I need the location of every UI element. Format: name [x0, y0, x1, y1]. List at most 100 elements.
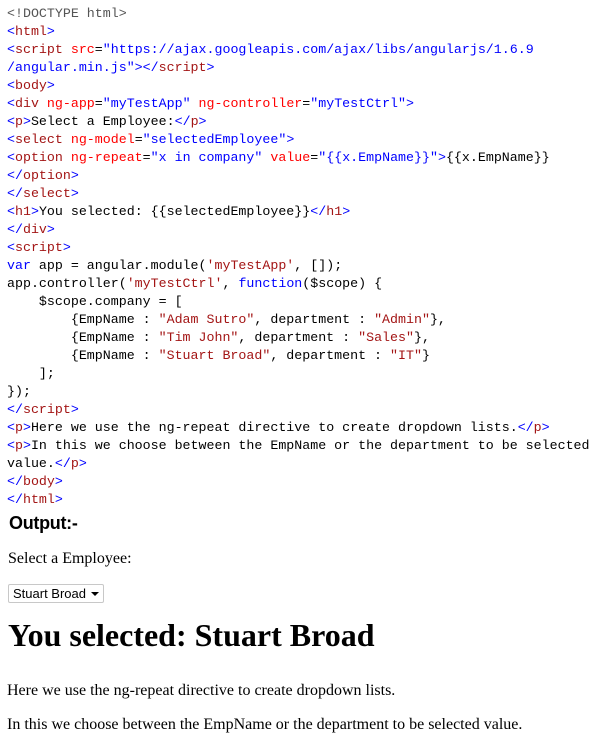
code-token: > [70, 402, 79, 417]
code-listing: <!DOCTYPE html> <html> <script src="https:… [7, 5, 597, 509]
code-token: 'myTestCtrl' [126, 276, 223, 291]
code-token: "x in company" [150, 150, 271, 165]
code-token: </ [7, 492, 23, 507]
code-token: > [30, 204, 39, 219]
code-line: <option ng-repeat="x in company" value="… [7, 149, 597, 167]
code-token: p [14, 438, 23, 453]
code-line: <p>Select a Employee:</p> [7, 113, 597, 131]
code-token: > [198, 114, 207, 129]
code-token: > [437, 150, 446, 165]
code-token: > [70, 186, 79, 201]
select-label: Select a Employee: [8, 550, 132, 567]
code-token: ng-app [46, 96, 95, 111]
code-token: html [14, 24, 47, 39]
code-token: } [421, 348, 430, 363]
code-token: h1 [14, 204, 31, 219]
selected-heading: You selected: Stuart Broad [8, 617, 375, 653]
code-token: Select a Employee: [30, 114, 175, 129]
code-token: script [14, 240, 63, 255]
code-token: </ [7, 222, 23, 237]
code-token: > [286, 132, 295, 147]
code-token: You selected: {{selectedEmployee}} [38, 204, 311, 219]
code-line: {EmpName : "Stuart Broad", department : … [7, 347, 597, 365]
code-token: }, [429, 312, 446, 327]
paragraph-1: Here we use the ng-repeat directive to c… [7, 682, 396, 699]
code-token: script [158, 60, 207, 75]
code-line: </html> [7, 491, 597, 509]
code-token: > [78, 456, 87, 471]
code-token: > [22, 114, 31, 129]
code-token: < [7, 96, 15, 111]
code-token: </ [7, 402, 23, 417]
code-token: "Adam Sutro" [158, 312, 255, 327]
paragraph-2: In this we choose between the EmpName or… [7, 716, 523, 733]
code-token: 'myTestApp' [206, 258, 295, 273]
code-token: p [70, 456, 79, 471]
code-token: /angular.min.js" [7, 60, 135, 75]
code-token: <!DOCTYPE html> [7, 6, 127, 21]
code-line: /angular.min.js"></script> [7, 59, 597, 77]
code-line: <select ng-model="selectedEmployee"> [7, 131, 597, 149]
code-line: </body> [7, 473, 597, 491]
code-token: , []); [294, 258, 343, 273]
code-token: select [14, 132, 71, 147]
output-heading: Output:- [9, 513, 78, 533]
code-token: > [46, 24, 55, 39]
code-token: }, [413, 330, 430, 345]
code-token: = [94, 96, 103, 111]
code-token: div [22, 222, 47, 237]
code-token: ></ [134, 60, 159, 75]
code-token: < [7, 24, 15, 39]
code-line: value.</p> [7, 455, 597, 473]
code-token: p [190, 114, 199, 129]
code-token: > [342, 204, 351, 219]
code-token: ng-model [70, 132, 135, 147]
code-token: = [134, 132, 143, 147]
code-line: </div> [7, 221, 597, 239]
code-line: </select> [7, 185, 597, 203]
code-token: "https://ajax.googleapis.com/ajax/libs/a… [102, 42, 534, 57]
code-token: > [22, 438, 31, 453]
code-line: </option> [7, 167, 597, 185]
code-token: > [54, 474, 63, 489]
code-token: "Sales" [358, 330, 414, 345]
code-token: > [22, 420, 31, 435]
code-token: </ [7, 186, 23, 201]
code-token: "myTestCtrl" [310, 96, 407, 111]
code-token: h1 [326, 204, 343, 219]
code-token: </ [54, 456, 71, 471]
code-line: $scope.company = [ [7, 293, 597, 311]
code-token: </ [7, 474, 23, 489]
code-token: > [46, 222, 55, 237]
code-token: $scope.company = [ [7, 294, 183, 309]
code-line: app.controller('myTestCtrl', function($s… [7, 275, 597, 293]
code-token: In this we choose between the EmpName or… [30, 438, 590, 453]
code-token: var [7, 258, 31, 273]
code-token: < [7, 150, 15, 165]
code-line: </script> [7, 401, 597, 419]
code-token: {EmpName : [7, 348, 159, 363]
code-token: < [7, 132, 15, 147]
code-token: </ [7, 168, 23, 183]
code-line: {EmpName : "Tim John", department : "Sal… [7, 329, 597, 347]
code-line: <p>In this we choose between the EmpName… [7, 437, 597, 455]
code-token: </ [517, 420, 534, 435]
employee-select[interactable]: Stuart Broad [8, 584, 104, 603]
code-token: }); [7, 384, 31, 399]
code-token: , department : [270, 348, 391, 363]
code-token: ]; [7, 366, 55, 381]
code-token: {{x.EmpName}} [445, 150, 550, 165]
code-token: < [7, 438, 15, 453]
code-line: ]; [7, 365, 597, 383]
code-line: <h1>You selected: {{selectedEmployee}}</… [7, 203, 597, 221]
code-token: < [7, 420, 15, 435]
code-line: <body> [7, 77, 597, 95]
code-token: = [142, 150, 151, 165]
code-token: < [7, 42, 15, 57]
code-token: div [14, 96, 47, 111]
code-token: select [22, 186, 71, 201]
code-token: "{{x.EmpName}}" [318, 150, 438, 165]
code-token: app.controller( [7, 276, 127, 291]
code-token: , department : [238, 330, 359, 345]
code-token: = [94, 42, 103, 57]
